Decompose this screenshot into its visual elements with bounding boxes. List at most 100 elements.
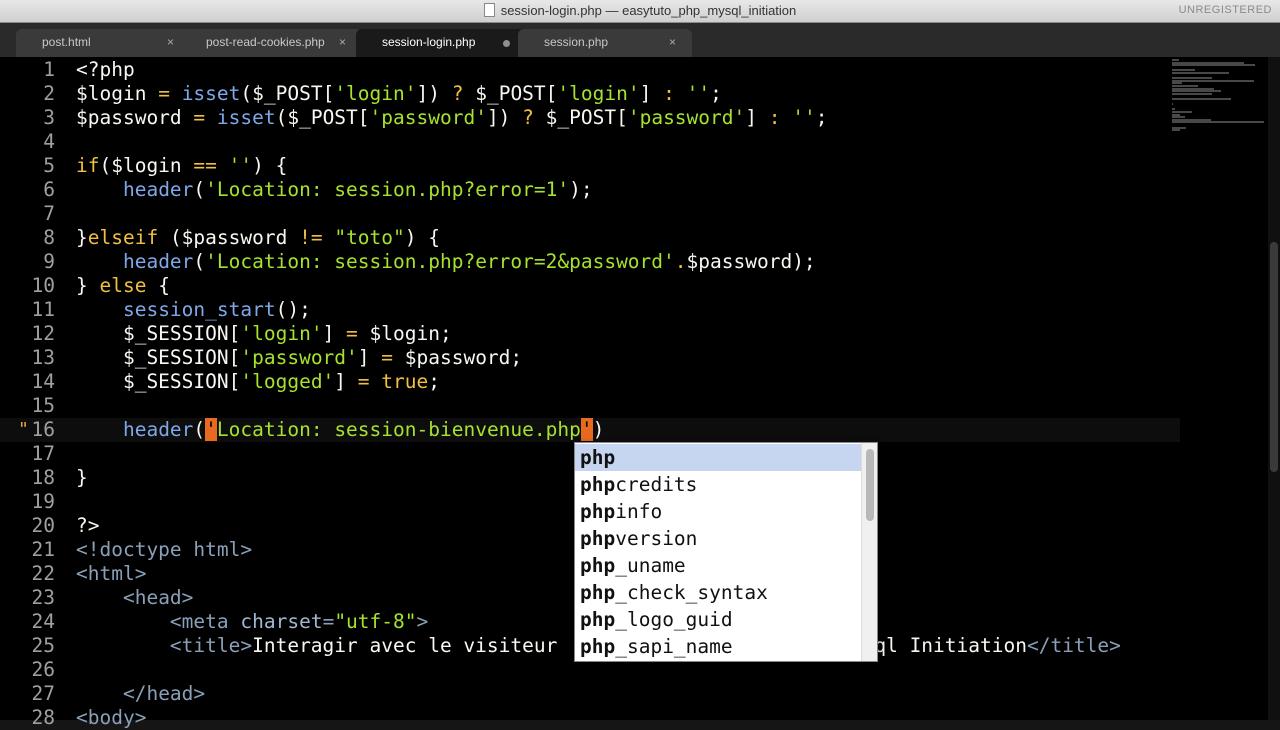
code-token: 'logged' (240, 370, 335, 393)
autocomplete-scrollbar-thumb[interactable] (866, 449, 874, 521)
close-icon[interactable]: × (669, 35, 676, 49)
line-number: 14 (31, 370, 55, 393)
document-icon (483, 3, 495, 17)
code-text[interactable]: $_SESSION['password'] = $password; (76, 346, 522, 370)
code-text[interactable]: } (76, 466, 88, 490)
line-number: 9 (43, 250, 55, 273)
code-text[interactable]: $login = isset($_POST['login']) ? $_POST… (76, 82, 722, 106)
code-text[interactable]: <html> (76, 562, 146, 586)
code-text[interactable]: $_SESSION['login'] = $login; (76, 322, 452, 346)
autocomplete-item[interactable]: php (575, 444, 861, 471)
code-token: <?php (76, 58, 135, 81)
code-text[interactable]: ?> (76, 514, 99, 538)
code-text[interactable]: }elseif ($password != "toto") { (76, 226, 440, 250)
code-text[interactable]: <?php (76, 58, 135, 82)
code-token: 'Location: session.php?error=2&password' (205, 250, 675, 273)
code-token: ] (322, 322, 347, 345)
line-number: 5 (43, 154, 55, 177)
code-token: $login (76, 82, 159, 105)
code-token: $_SESSION[ (76, 370, 241, 393)
close-icon[interactable]: × (339, 35, 346, 49)
code-token: <meta (169, 610, 241, 633)
line-number: 6 (43, 178, 55, 201)
tab-post-read-cookies[interactable]: post-read-cookies.php × (180, 29, 362, 57)
tab-session-php[interactable]: session.php × (518, 29, 692, 57)
code-token: header (122, 418, 194, 441)
close-icon[interactable]: × (167, 35, 174, 49)
unregistered-badge: UNREGISTERED (1178, 4, 1272, 16)
code-text[interactable]: <head> (76, 586, 193, 610)
autocomplete-scrollbar[interactable] (861, 443, 877, 661)
code-text[interactable]: $password = isset($_POST['password']) ? … (76, 106, 827, 130)
code-token: <html> (76, 562, 147, 585)
code-token: header (122, 178, 194, 201)
tab-label: session.php (544, 35, 609, 49)
completion-suffix: _uname (615, 554, 686, 577)
minimap[interactable] (1172, 57, 1268, 137)
code-token: '' (228, 154, 253, 177)
code-text[interactable]: header('Location: session-bienvenue.php'… (76, 418, 604, 442)
code-text[interactable]: } else { (76, 274, 170, 298)
vertical-scrollbar[interactable] (1268, 57, 1280, 720)
code-text[interactable]: </head> (76, 682, 205, 706)
line-number: 27 (31, 682, 55, 705)
line-number: 28 (31, 706, 55, 729)
code-token: ( (193, 178, 206, 201)
minimap-line (1172, 129, 1180, 132)
bracket-match-highlight: ' (205, 418, 217, 441)
autocomplete-item[interactable]: phpinfo (575, 498, 861, 525)
code-token: } (76, 466, 88, 489)
code-token: = (381, 346, 394, 369)
minimap-line (1172, 72, 1230, 74)
line-number: 16 (31, 418, 55, 441)
code-text[interactable]: <!doctype html> (76, 538, 252, 562)
code-token: ) { (252, 154, 288, 177)
code-text[interactable]: header('Location: session.php?error=1'); (76, 178, 593, 202)
unsaved-dot-icon[interactable] (503, 40, 510, 47)
code-text[interactable]: if($login == '') { (76, 154, 287, 178)
code-text[interactable]: <meta charset="utf-8"> (76, 610, 428, 634)
code-token: ( (193, 418, 206, 441)
autocomplete-item[interactable]: php_logo_guid (575, 606, 861, 633)
autocomplete-item[interactable]: php_check_syntax (575, 579, 861, 606)
code-text[interactable]: $_SESSION['logged'] = true; (76, 370, 440, 394)
completion-suffix: info (615, 500, 663, 523)
line-number: 11 (31, 298, 55, 321)
match-prefix: php (580, 554, 616, 577)
code-token: $login; (357, 322, 452, 345)
autocomplete-item[interactable]: phpversion (575, 525, 861, 552)
autocomplete-item[interactable]: php_sapi_name (575, 633, 861, 660)
code-token: ]) (486, 106, 523, 129)
code-text[interactable]: session_start(); (76, 298, 311, 322)
line-number: 13 (31, 346, 55, 369)
autocomplete-popup[interactable]: php_sapi_name php_logo_guid php_check_synt… (574, 442, 878, 662)
code-text[interactable]: header('Location: session.php?error=2&pa… (76, 250, 816, 274)
code-token: </head> (122, 682, 206, 705)
autocomplete-item[interactable]: phpcredits (575, 471, 861, 498)
completion-suffix: _check_syntax (615, 581, 768, 604)
line-number: 24 (31, 610, 55, 633)
match-prefix: php (580, 581, 616, 604)
match-prefix: php (580, 446, 616, 469)
code-token: charset (240, 610, 323, 633)
code-token: ql Initiation (874, 634, 1027, 657)
code-token: true (381, 370, 429, 393)
code-token: ($password (158, 226, 300, 249)
minimap-line (1172, 92, 1213, 95)
code-token: elseif (87, 226, 159, 249)
autocomplete-item[interactable]: php_uname (575, 552, 861, 579)
scrollbar-thumb[interactable] (1270, 242, 1278, 472)
code-text[interactable]: <body> (76, 706, 146, 730)
code-token: > (416, 610, 429, 633)
code-token: ] (745, 106, 769, 129)
code-token: <body> (76, 706, 147, 729)
tab-session-login[interactable]: session-login.php (356, 29, 528, 57)
line-number: 25 (31, 634, 55, 657)
tab-post-html[interactable]: post.html × (16, 29, 190, 57)
code-token: isset (181, 82, 241, 105)
